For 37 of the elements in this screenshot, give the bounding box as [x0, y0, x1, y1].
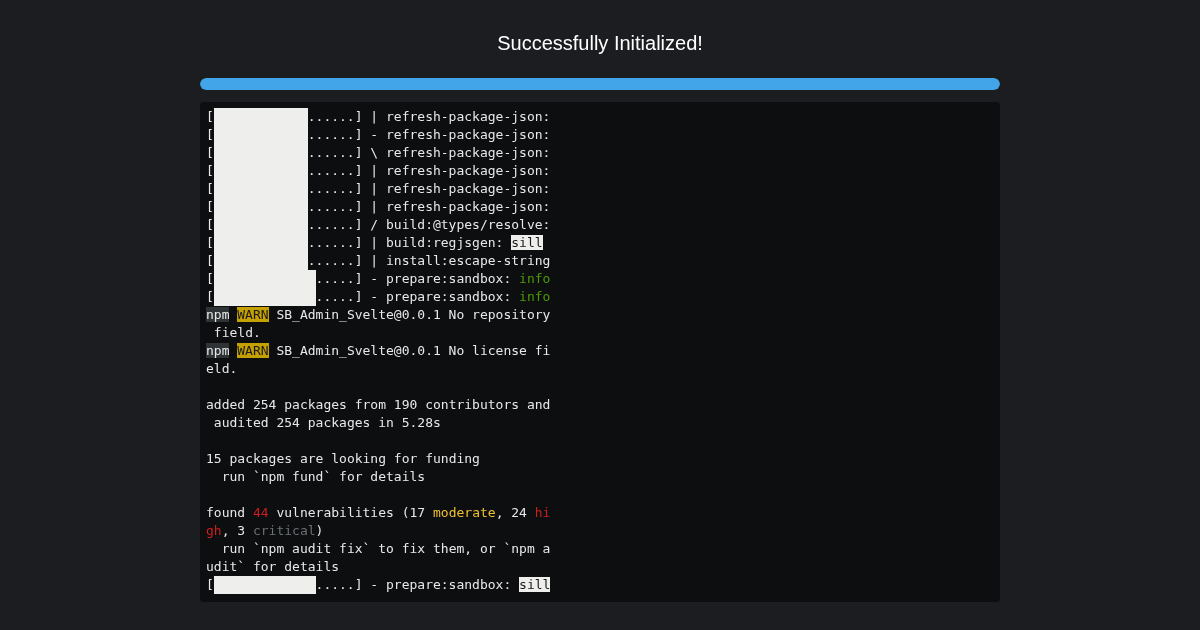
- terminal-line: npm WARN SB_Admin_Svelte@0.0.1 No license fi: [206, 342, 551, 360]
- terminal-text: [: [206, 126, 214, 144]
- terminal-line: 15 packages are looking for funding: [206, 450, 480, 468]
- terminal-line: .....] - prepare:sandbox: sill: [315, 576, 551, 594]
- terminal-line: eld.: [206, 360, 238, 378]
- terminal-line: ......] | install:escape-string: [307, 252, 551, 270]
- terminal-text: [: [206, 216, 214, 234]
- terminal-text: [: [206, 144, 214, 162]
- terminal-text: [: [206, 270, 214, 288]
- terminal-line: ......] | refresh-package-json:: [307, 180, 551, 198]
- terminal-line: field.: [212, 324, 261, 342]
- terminal-line: run `npm fund` for details: [220, 468, 426, 486]
- terminal-text: [: [206, 252, 214, 270]
- terminal-line: ......] \ refresh-package-json:: [307, 144, 551, 162]
- terminal-line: ......] / build:@types/resolve:: [307, 216, 551, 234]
- terminal-line: ......] | refresh-package-json:: [307, 198, 551, 216]
- terminal-line: found 44 vulnerabilities (17 moderate, 24 hi: [206, 504, 551, 522]
- terminal-line: added 254 packages from 190 contributors and: [206, 396, 551, 414]
- terminal-line: .....] - prepare:sandbox: info: [315, 288, 551, 306]
- terminal-line: gh, 3 critical): [206, 522, 324, 540]
- terminal-text: [: [206, 162, 214, 180]
- page-title: Successfully Initialized!: [497, 31, 703, 56]
- terminal-line: ......] | refresh-package-json:: [307, 162, 551, 180]
- terminal-line: audited 254 packages in 5.28s: [212, 414, 441, 432]
- terminal-line: run `npm audit fix` to fix them, or `npm a: [220, 540, 551, 558]
- terminal-text: [: [206, 234, 214, 252]
- terminal-text: [: [206, 198, 214, 216]
- terminal-text: [: [206, 576, 214, 594]
- terminal-line: ......] | refresh-package-json:: [307, 108, 551, 126]
- terminal-line: udit` for details: [206, 558, 340, 576]
- terminal-text: [: [206, 288, 214, 306]
- terminal-line: ......] | build:regjsgen: sill: [307, 234, 543, 252]
- terminal-text: [: [206, 108, 214, 126]
- terminal-line: npm WARN SB_Admin_Svelte@0.0.1 No repository: [206, 306, 551, 324]
- terminal-text: [: [206, 180, 214, 198]
- terminal-line: ......] - refresh-package-json:: [307, 126, 551, 144]
- terminal-line: .....] - prepare:sandbox: info: [315, 270, 551, 288]
